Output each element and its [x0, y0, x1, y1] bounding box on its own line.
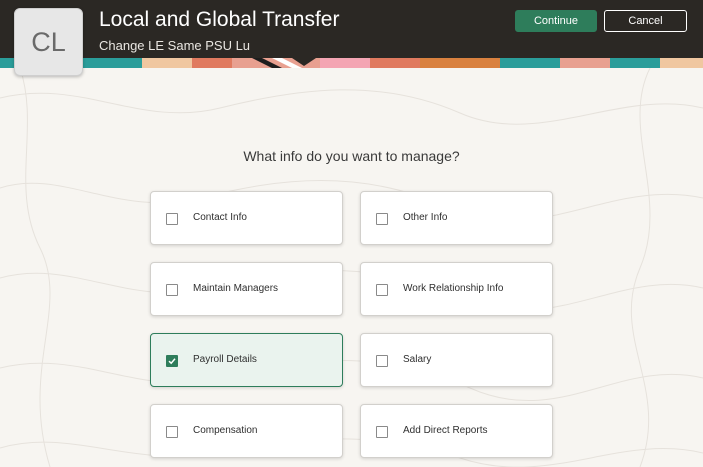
- option-label: Compensation: [193, 425, 258, 436]
- question-heading: What info do you want to manage?: [243, 148, 460, 164]
- option-label: Salary: [403, 354, 432, 365]
- option-salary[interactable]: Salary: [360, 333, 553, 387]
- option-maintain-managers[interactable]: Maintain Managers: [150, 262, 343, 316]
- option-add-direct-reports[interactable]: Add Direct Reports: [360, 404, 553, 458]
- option-contact-info[interactable]: Contact Info: [150, 191, 343, 245]
- option-work-relationship-info[interactable]: Work Relationship Info: [360, 262, 553, 316]
- page-title: Local and Global Transfer: [99, 8, 340, 31]
- page-header: Local and Global Transfer Change LE Same…: [0, 0, 703, 62]
- continue-button[interactable]: Continue: [515, 10, 597, 32]
- option-other-info[interactable]: Other Info: [360, 191, 553, 245]
- main-content: What info do you want to manage? Contact…: [0, 68, 703, 467]
- checkbox[interactable]: [376, 426, 388, 438]
- checkbox[interactable]: [166, 213, 178, 225]
- option-label: Other Info: [403, 212, 448, 223]
- option-label: Add Direct Reports: [403, 425, 488, 436]
- checkbox[interactable]: [376, 284, 388, 296]
- checkbox-checked[interactable]: [166, 355, 178, 367]
- option-label: Contact Info: [193, 212, 247, 223]
- checkbox[interactable]: [376, 213, 388, 225]
- decorative-pattern-band: [0, 58, 703, 68]
- checkmark-icon: [168, 358, 176, 365]
- option-label: Payroll Details: [193, 354, 257, 365]
- page-subtitle: Change LE Same PSU Lu: [99, 38, 251, 53]
- avatar: CL: [14, 8, 83, 76]
- option-compensation[interactable]: Compensation: [150, 404, 343, 458]
- option-payroll-details[interactable]: Payroll Details: [150, 333, 343, 387]
- checkbox[interactable]: [376, 355, 388, 367]
- checkbox[interactable]: [166, 426, 178, 438]
- contour-background: [0, 68, 703, 467]
- option-label: Work Relationship Info: [403, 283, 504, 294]
- option-label: Maintain Managers: [193, 283, 279, 294]
- checkbox[interactable]: [166, 284, 178, 296]
- cancel-button[interactable]: Cancel: [604, 10, 687, 32]
